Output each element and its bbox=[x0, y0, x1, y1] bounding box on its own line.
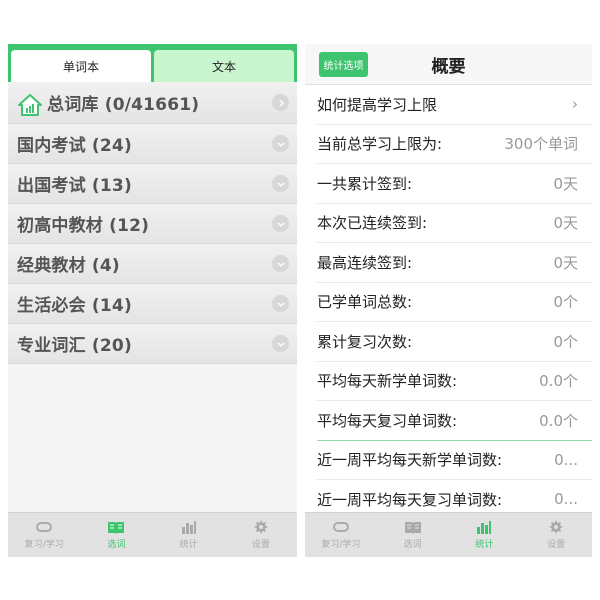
stat-value: 300个单词 bbox=[504, 135, 578, 154]
nav-header: 统计选项 概要 bbox=[305, 44, 592, 85]
stat-value: 0天 bbox=[553, 253, 578, 272]
chevron-down-icon[interactable] bbox=[272, 135, 289, 152]
tab-statistics[interactable]: 统计 bbox=[449, 513, 521, 557]
stat-value: 0... bbox=[554, 490, 578, 509]
category-label: 生活必会 (14) bbox=[17, 296, 132, 316]
stat-row: 最高连续签到: 0天 bbox=[317, 243, 592, 283]
loop-icon bbox=[332, 520, 350, 534]
stat-label: 最高连续签到: bbox=[317, 253, 413, 272]
stat-row: 平均每天复习单词数: 0.0个 bbox=[317, 401, 592, 441]
stat-value: 0.0个 bbox=[539, 372, 578, 391]
chevron-right-icon: › bbox=[572, 95, 578, 114]
tab-statistics[interactable]: 统计 bbox=[153, 513, 225, 557]
tab-label: 统计 bbox=[475, 540, 494, 550]
stat-row: 累计复习次数: 0个 bbox=[317, 322, 592, 362]
stat-row: 一共累计签到: 0天 bbox=[317, 164, 592, 204]
tab-word-book[interactable]: 单词本 bbox=[11, 50, 151, 82]
improve-limit-row[interactable]: 如何提高学习上限 › bbox=[317, 85, 592, 125]
stat-row: 本次已连续签到: 0天 bbox=[317, 204, 592, 243]
category-row[interactable]: 出国考试 (13) bbox=[8, 164, 297, 204]
tab-label: 复习/学习 bbox=[321, 540, 361, 550]
stat-label: 本次已连续签到: bbox=[317, 214, 428, 233]
stat-value: 0... bbox=[554, 450, 578, 469]
stat-label: 累计复习次数: bbox=[317, 332, 413, 351]
stat-label: 一共累计签到: bbox=[317, 174, 413, 193]
book-icon bbox=[404, 520, 422, 534]
gear-icon bbox=[549, 520, 564, 534]
category-label: 经典教材 (4) bbox=[17, 256, 120, 276]
home-icon bbox=[17, 90, 43, 116]
tab-label: 选词 bbox=[403, 540, 422, 550]
stat-label: 已学单词总数: bbox=[317, 293, 413, 312]
category-row[interactable]: 国内考试 (24) bbox=[8, 124, 297, 164]
stat-label: 平均每天复习单词数: bbox=[317, 411, 458, 430]
tab-label: 设置 bbox=[251, 540, 270, 550]
category-label: 初高中教材 (12) bbox=[17, 216, 150, 236]
chevron-down-icon[interactable] bbox=[272, 215, 289, 232]
stat-label: 近一周平均每天新学单词数: bbox=[317, 451, 503, 470]
chevron-down-icon[interactable] bbox=[272, 335, 289, 352]
tab-select-words[interactable]: 选词 bbox=[80, 513, 152, 557]
loop-icon bbox=[35, 520, 53, 534]
bar-chart-icon bbox=[181, 520, 197, 534]
stats-list: 如何提高学习上限 › 当前总学习上限为: 300个单词 一共累计签到: 0天 本… bbox=[317, 85, 592, 520]
stat-value: 0天 bbox=[553, 174, 578, 193]
category-row[interactable]: 生活必会 (14) bbox=[8, 284, 297, 324]
category-label: 国内考试 (24) bbox=[17, 136, 132, 156]
tab-settings[interactable]: 设置 bbox=[225, 513, 297, 557]
tab-label: 复习/学习 bbox=[24, 540, 64, 550]
stat-value: 0.0个 bbox=[539, 411, 578, 430]
statistics-screen: 统计选项 概要 如何提高学习上限 › 当前总学习上限为: 300个单词 一共累计… bbox=[305, 44, 592, 557]
category-row[interactable]: 初高中教材 (12) bbox=[8, 204, 297, 244]
book-icon bbox=[107, 520, 125, 534]
category-list: 总词库 (0/41661) 国内考试 (24) 出国考试 (13) 初高中教材 … bbox=[8, 82, 297, 364]
segmented-control: 单词本 文本 bbox=[8, 44, 297, 82]
stat-label: 如何提高学习上限 bbox=[317, 95, 438, 114]
tab-label: 选词 bbox=[107, 540, 126, 550]
stat-row: 已学单词总数: 0个 bbox=[317, 283, 592, 322]
stats-options-button[interactable]: 统计选项 bbox=[319, 52, 368, 77]
stat-row: 平均每天新学单词数: 0.0个 bbox=[317, 362, 592, 401]
chevron-down-icon[interactable] bbox=[272, 295, 289, 312]
tab-review-learn[interactable]: 复习/学习 bbox=[8, 513, 80, 557]
stat-label: 当前总学习上限为: bbox=[317, 135, 443, 154]
chevron-right-icon[interactable] bbox=[272, 94, 289, 111]
stat-value: 0天 bbox=[553, 214, 578, 233]
stat-label: 平均每天新学单词数: bbox=[317, 372, 458, 391]
tab-text[interactable]: 文本 bbox=[154, 50, 294, 82]
category-label: 专业词汇 (20) bbox=[17, 336, 132, 356]
stat-label: 近一周平均每天复习单词数: bbox=[317, 490, 503, 509]
tab-label: 统计 bbox=[179, 540, 198, 550]
category-label: 出国考试 (13) bbox=[17, 176, 132, 196]
category-row[interactable]: 专业词汇 (20) bbox=[8, 324, 297, 364]
stat-value: 0个 bbox=[553, 293, 578, 312]
category-label: 总词库 (0/41661) bbox=[47, 95, 200, 115]
stat-value: 0个 bbox=[553, 332, 578, 351]
tab-label: 设置 bbox=[547, 540, 566, 550]
bottom-tab-bar: 复习/学习 选词 统计 设置 bbox=[305, 512, 592, 557]
chevron-down-icon[interactable] bbox=[272, 175, 289, 192]
category-row[interactable]: 经典教材 (4) bbox=[8, 244, 297, 284]
stat-row: 当前总学习上限为: 300个单词 bbox=[317, 125, 592, 164]
tab-select-words[interactable]: 选词 bbox=[377, 513, 449, 557]
tab-settings[interactable]: 设置 bbox=[520, 513, 592, 557]
word-book-screen: 单词本 文本 总词库 (0/41661) 国内考试 (24) 出国考试 (13)… bbox=[8, 44, 297, 557]
gear-icon bbox=[253, 520, 268, 534]
stat-row: 近一周平均每天新学单词数: 0... bbox=[317, 441, 592, 480]
chevron-down-icon[interactable] bbox=[272, 255, 289, 272]
tab-review-learn[interactable]: 复习/学习 bbox=[305, 513, 377, 557]
bottom-tab-bar: 复习/学习 选词 统计 设置 bbox=[8, 512, 297, 557]
bar-chart-icon bbox=[476, 520, 492, 534]
category-row-total[interactable]: 总词库 (0/41661) bbox=[8, 82, 297, 124]
